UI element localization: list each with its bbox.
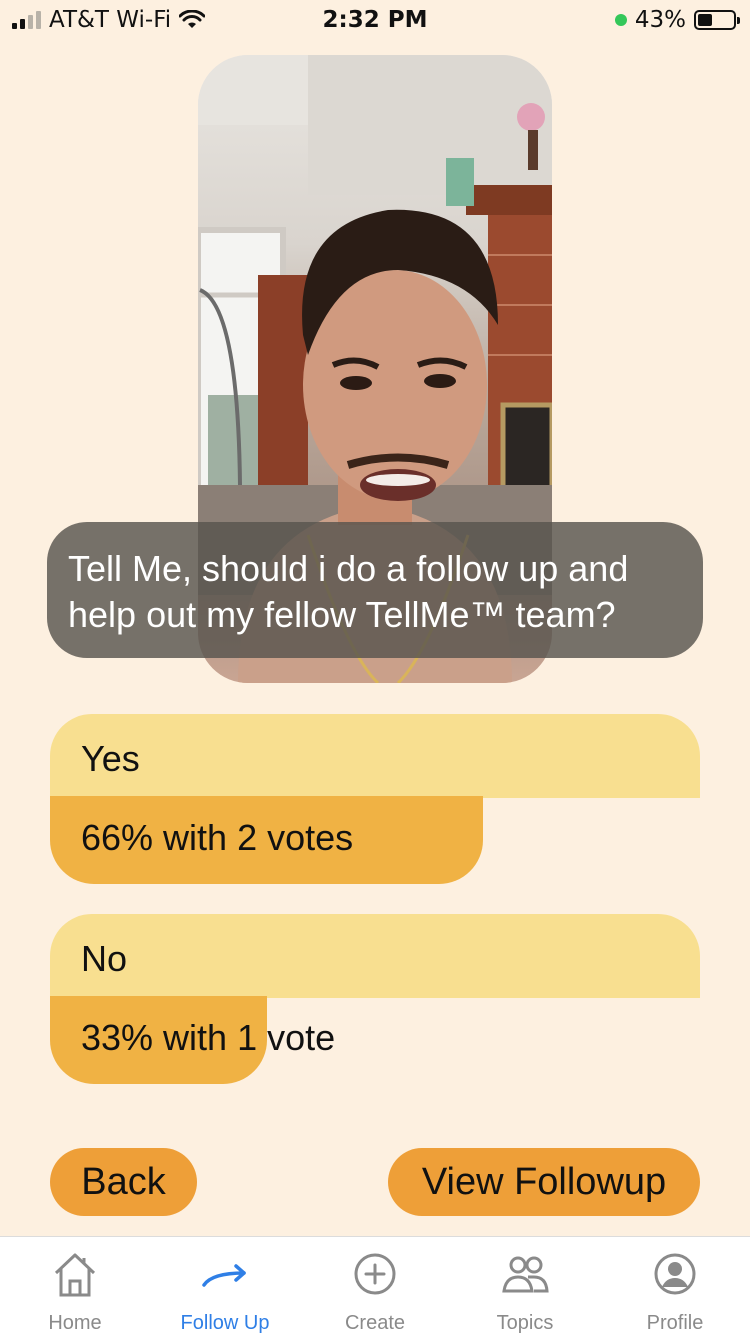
tab-create[interactable]: Create [300, 1237, 450, 1335]
status-bar: AT&T Wi-Fi 2:32 PM 43% [0, 0, 750, 40]
home-icon [54, 1253, 96, 1297]
plus-circle-icon [354, 1253, 396, 1295]
option-label: No [81, 938, 128, 979]
profile-icon [654, 1253, 696, 1295]
tab-follow-up[interactable]: Follow Up [150, 1237, 300, 1335]
poll-option-no[interactable]: No 33% with 1 vote [50, 914, 700, 1084]
tab-profile[interactable]: Profile [600, 1237, 750, 1335]
people-icon [502, 1256, 549, 1293]
tab-label: Topics [496, 1312, 554, 1334]
tab-bar: Home Follow Up Create Topics Profile [0, 1236, 750, 1335]
tab-label: Create [344, 1312, 406, 1334]
tab-topics[interactable]: Topics [450, 1237, 600, 1335]
option-result: 33% with 1 vote [81, 1017, 336, 1058]
battery-icon [694, 10, 740, 30]
tab-label: Home [48, 1312, 102, 1334]
status-right: 43% [614, 7, 740, 33]
battery-percent: 43% [634, 7, 686, 33]
option-background [50, 714, 700, 798]
option-background [50, 914, 700, 998]
tab-label: Profile [646, 1312, 704, 1334]
option-result: 66% with 2 votes [81, 817, 354, 858]
back-button[interactable]: Back [50, 1148, 197, 1216]
arrow-right-icon [202, 1264, 246, 1287]
option-label: Yes [81, 738, 140, 779]
poll-option-yes[interactable]: Yes 66% with 2 votes [50, 714, 700, 884]
tab-label: Follow Up [180, 1312, 270, 1334]
question-text: Tell Me, should i do a follow up and hel… [47, 522, 703, 658]
recording-dot-icon [614, 14, 627, 26]
tab-home[interactable]: Home [0, 1237, 150, 1335]
view-followup-button[interactable]: View Followup [388, 1148, 700, 1216]
